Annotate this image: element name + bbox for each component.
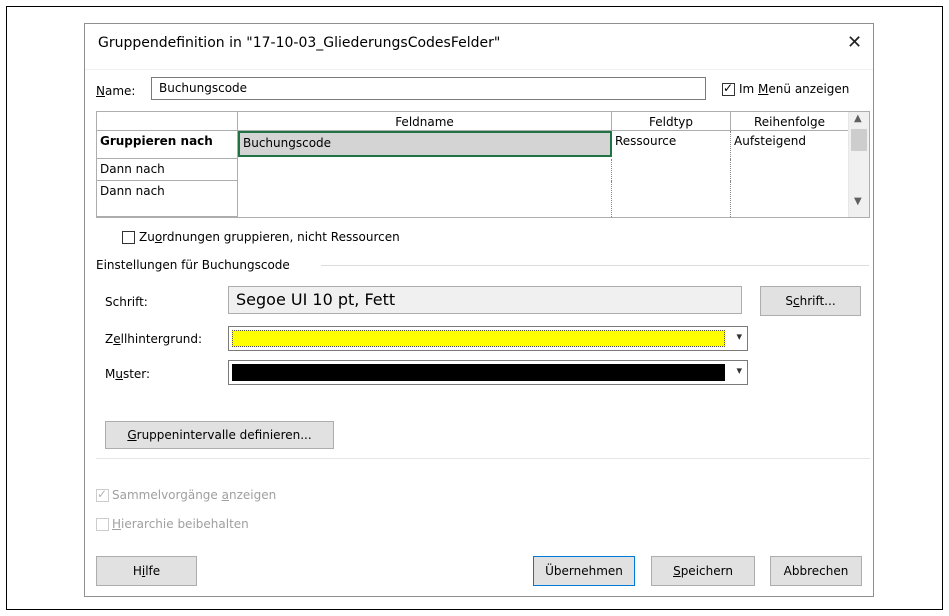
font-display: Segoe UI 10 pt, Fett: [228, 286, 742, 314]
group-by-grid: Feldname Feldtyp Reihenfolge Gruppieren …: [96, 111, 870, 218]
pattern-swatch: [232, 364, 725, 381]
options-divider: [96, 458, 870, 459]
name-label: Name:: [96, 84, 135, 98]
save-button[interactable]: Speichern: [651, 556, 755, 586]
show-in-menu-label-rest: enü anzeigen: [768, 82, 850, 96]
column-header-order[interactable]: Reihenfolge: [731, 112, 849, 131]
close-icon[interactable]: ✕: [847, 32, 862, 53]
define-group-intervals-rest: ruppenintervalle definieren...: [136, 428, 312, 442]
dialog-title: Gruppendefinition in "17-10-03_Gliederun…: [98, 35, 501, 51]
cell-background-label: Zellhintergrund:: [105, 332, 202, 346]
save-button-accel: S: [673, 564, 681, 578]
pattern-combo[interactable]: ▾: [228, 360, 748, 385]
define-group-intervals-button[interactable]: Gruppenintervalle definieren...: [105, 421, 334, 449]
show-in-menu-box[interactable]: [722, 81, 735, 96]
settings-section-divider: [321, 265, 869, 266]
keep-hierarchy-checkbox[interactable]: Hierarchie beibehalten: [96, 517, 249, 531]
cell-background-label-accel: e: [113, 332, 121, 346]
cancel-button[interactable]: Abbrechen: [770, 556, 862, 586]
font-button-pre: S: [785, 294, 793, 308]
show-summary-tasks-label-rest: nzeigen: [228, 488, 277, 502]
row-header-then-by-1[interactable]: Dann nach: [97, 159, 238, 181]
font-button-accel: c: [792, 294, 800, 308]
cell-background-label-rest: llhintergrund:: [120, 332, 203, 346]
grid-cell-fieldtype-3[interactable]: [612, 181, 731, 217]
grid-cell-order[interactable]: Aufsteigend: [731, 131, 849, 159]
row-header-group-by[interactable]: Gruppieren nach: [97, 131, 238, 159]
name-label-rest: ame:: [104, 84, 136, 98]
show-summary-tasks-box[interactable]: [96, 487, 109, 502]
show-in-menu-label-accel: M: [758, 82, 769, 96]
title-divider: [85, 69, 873, 70]
grid-cell-fieldname-2[interactable]: [238, 159, 612, 181]
font-button[interactable]: Schrift...: [760, 286, 861, 316]
pattern-label-accel: u: [115, 367, 123, 381]
font-button-rest: hrift...: [799, 294, 836, 308]
pattern-label-pre: M: [105, 367, 116, 381]
show-in-menu-label-pre: Im: [739, 82, 759, 96]
keep-hierarchy-label-rest: ierarchie beibehalten: [121, 517, 249, 531]
group-assignments-box[interactable]: [122, 231, 135, 244]
cell-background-label-pre: Z: [105, 332, 114, 346]
name-input[interactable]: Buchungscode: [151, 77, 706, 100]
define-group-intervals-accel: G: [127, 428, 137, 442]
column-header-fieldname[interactable]: Feldname: [238, 112, 612, 131]
scroll-thumb[interactable]: [851, 129, 867, 151]
grid-scrollbar[interactable]: ▲ ▼: [848, 112, 869, 217]
column-header-fieldtype[interactable]: Feldtyp: [612, 112, 731, 131]
keep-hierarchy-box[interactable]: [96, 518, 109, 531]
group-assignments-checkbox[interactable]: Zuordnungen gruppieren, nicht Ressourcen: [122, 230, 400, 244]
chevron-up-icon[interactable]: ▲: [854, 113, 862, 124]
grid-cell-fieldtype-2[interactable]: [612, 159, 731, 181]
chevron-down-icon[interactable]: ▾: [736, 330, 742, 343]
grid-corner-header: [97, 112, 238, 131]
pattern-label-rest: ster:: [122, 367, 151, 381]
help-button-pre: H: [132, 564, 142, 578]
name-label-accel: N: [96, 84, 105, 98]
show-summary-tasks-label-pre: Sammelvorgänge: [112, 488, 222, 502]
group-assignments-label-rest: rdnungen gruppieren, nicht Ressourcen: [162, 230, 400, 244]
grid-cell-order-3[interactable]: [731, 181, 849, 217]
keep-hierarchy-label-accel: H: [112, 517, 122, 531]
save-button-rest: peichern: [680, 564, 733, 578]
settings-section-label: Einstellungen für Buchungscode: [96, 258, 290, 272]
grid-cell-fieldname-3[interactable]: [238, 181, 612, 217]
grid-cell-order-2[interactable]: [731, 159, 849, 181]
grid-cell-fieldtype[interactable]: Ressource: [612, 131, 731, 159]
apply-button[interactable]: Übernehmen: [533, 556, 635, 586]
show-summary-tasks-label-accel: a: [221, 488, 229, 502]
pattern-label: Muster:: [105, 367, 150, 381]
cell-background-combo[interactable]: ▾: [228, 326, 748, 351]
group-assignments-label-pre: Zu: [139, 230, 155, 244]
chevron-down-icon[interactable]: ▾: [736, 364, 742, 377]
show-in-menu-checkbox[interactable]: Im Menü anzeigen: [722, 81, 850, 96]
row-header-then-by-2[interactable]: Dann nach: [97, 181, 238, 217]
show-summary-tasks-checkbox[interactable]: Sammelvorgänge anzeigen: [96, 487, 277, 502]
help-button[interactable]: Hilfe: [96, 556, 197, 586]
font-label: Schrift:: [105, 295, 148, 309]
help-button-rest: lfe: [145, 564, 161, 578]
group-definition-dialog: Gruppendefinition in "17-10-03_Gliederun…: [84, 23, 874, 597]
grid-cell-fieldname[interactable]: Buchungscode: [238, 131, 612, 157]
chevron-down-icon[interactable]: ▼: [854, 196, 862, 207]
cell-background-swatch: [232, 330, 725, 347]
